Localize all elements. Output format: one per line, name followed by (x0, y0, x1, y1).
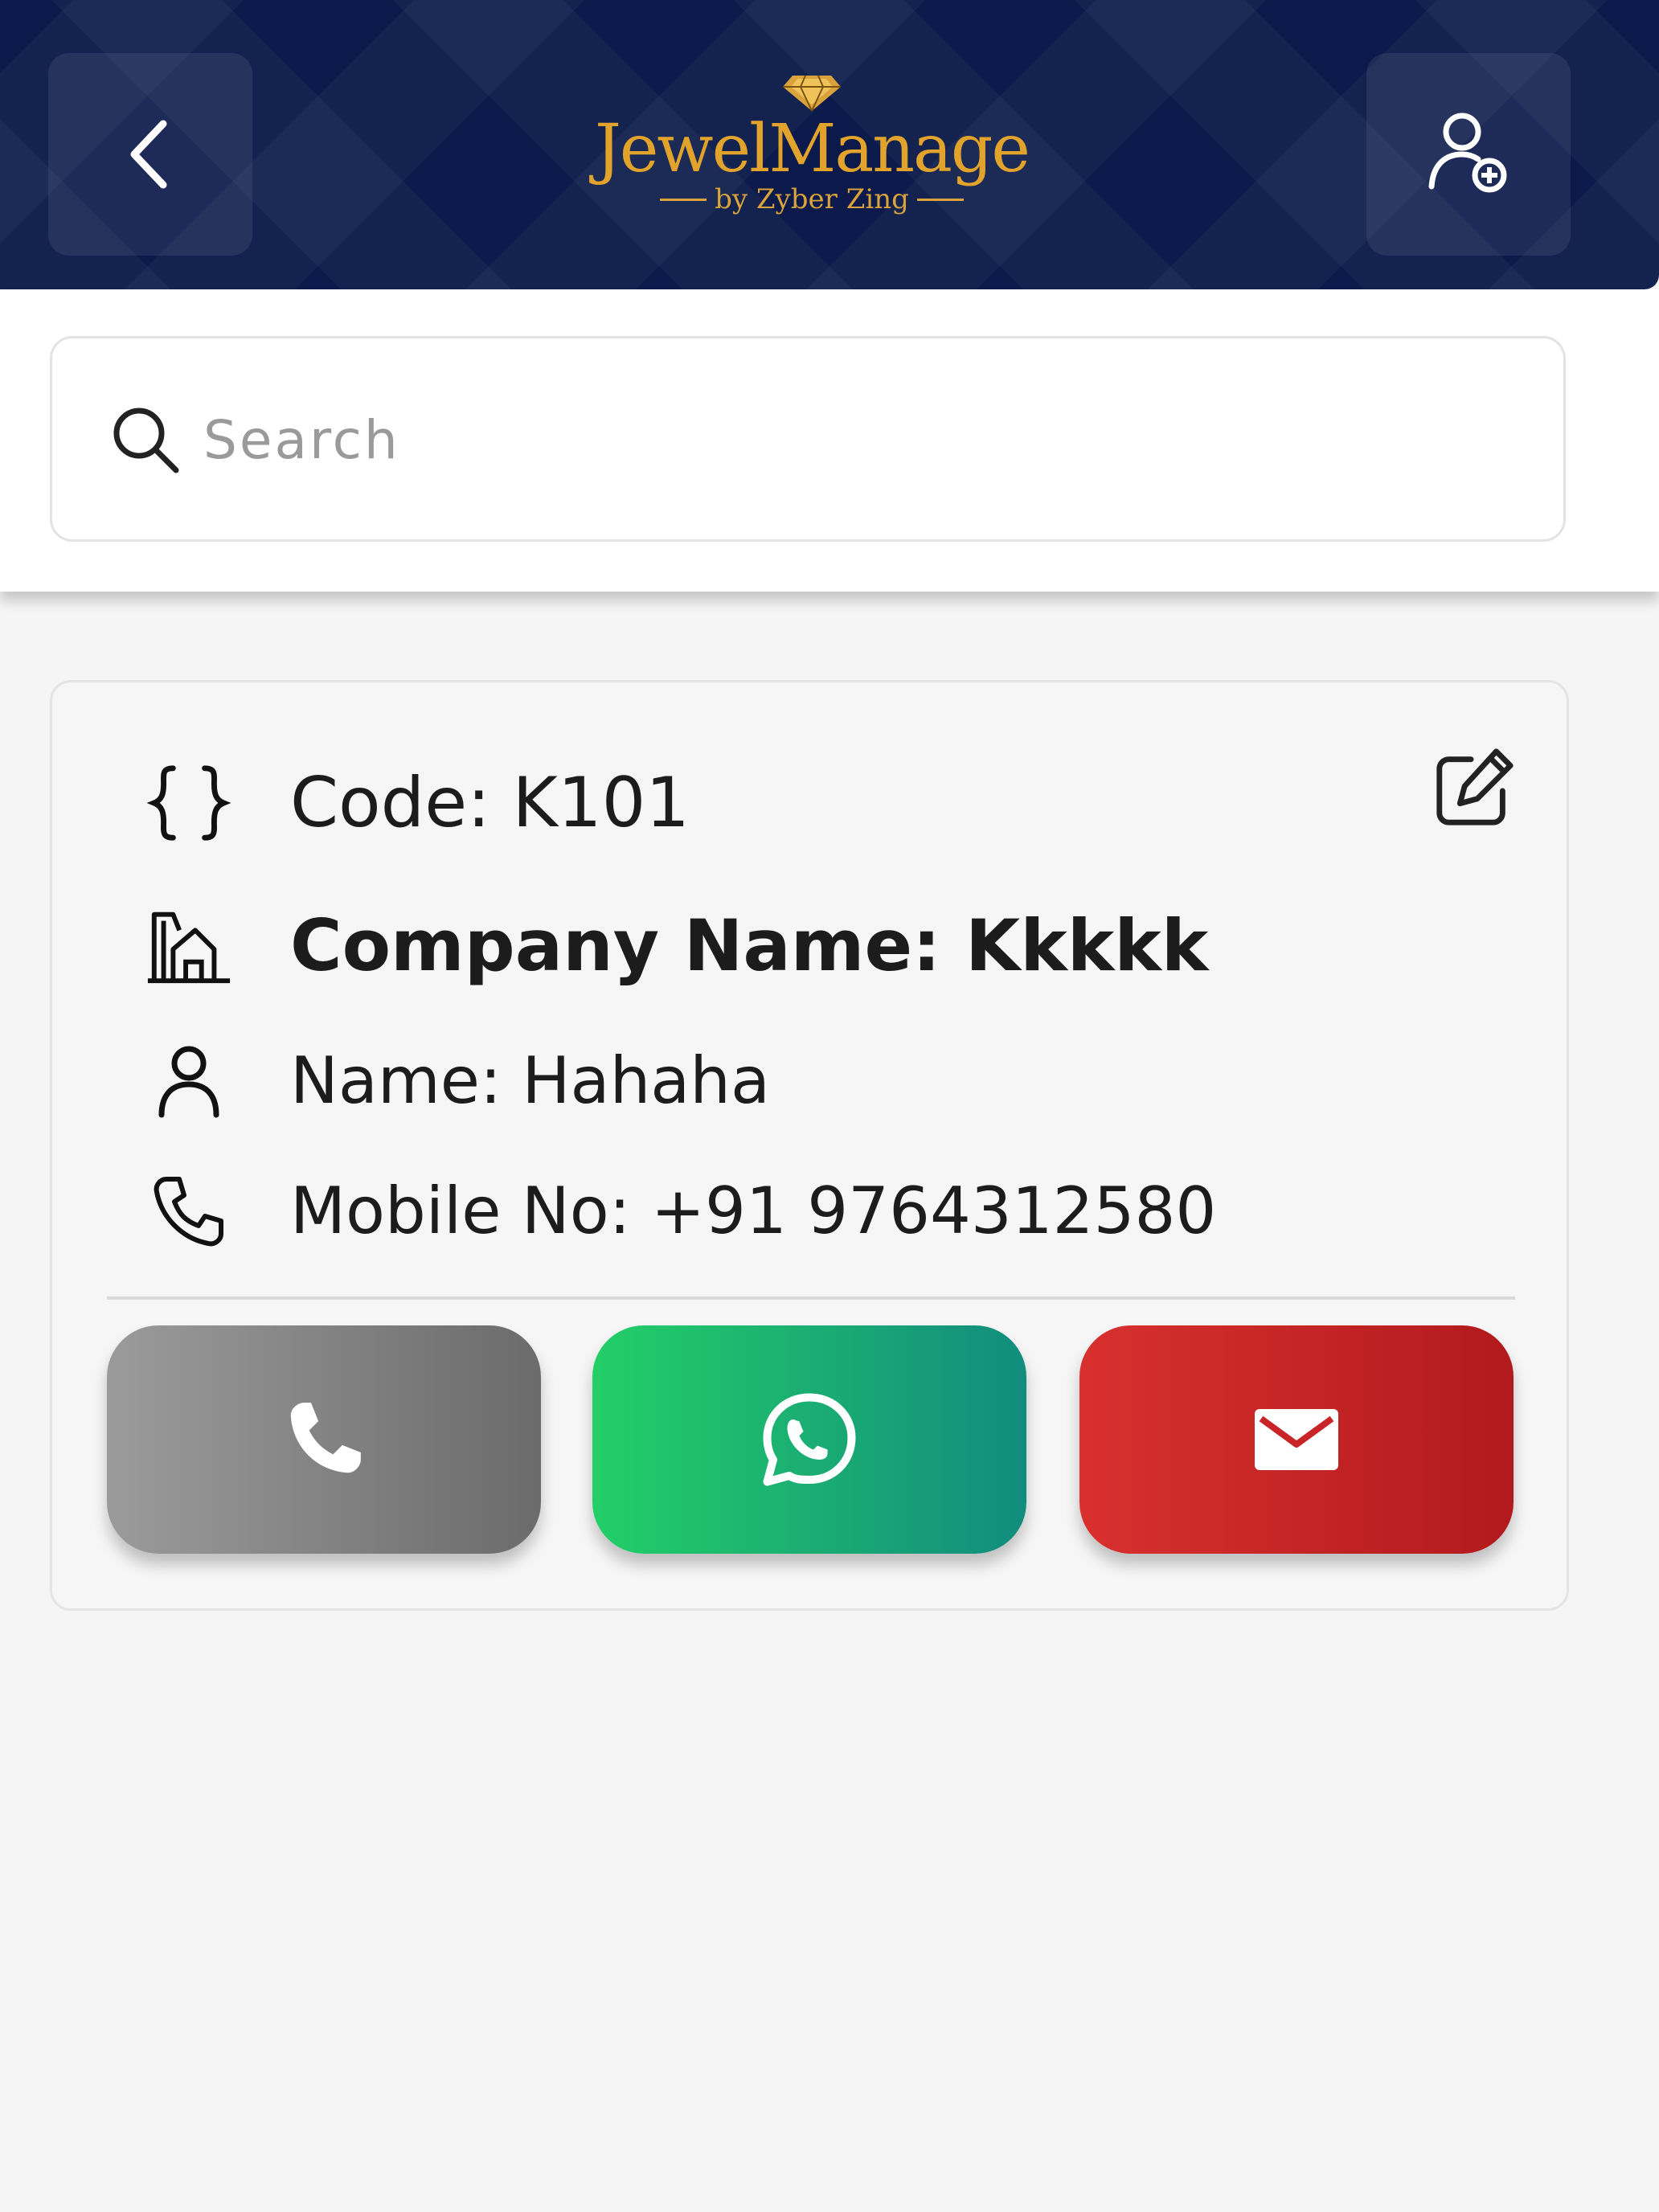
phone-icon (290, 1403, 361, 1473)
customer-code: Code: K101 (290, 763, 690, 843)
byline-rule-right (916, 198, 964, 201)
search-input[interactable] (202, 395, 1491, 485)
company-name: Company Name: Kkkkk (290, 904, 1209, 987)
diamond-icon (783, 75, 841, 112)
edit-button[interactable] (1422, 735, 1526, 840)
byline-rule-left (660, 198, 707, 201)
phone-outline-icon (141, 1163, 237, 1260)
contact-name: Name: Hahaha (290, 1043, 771, 1118)
code-braces-icon (141, 755, 237, 851)
byline-text: by Zyber Zing (715, 183, 909, 215)
search-box[interactable] (50, 336, 1566, 542)
edit-icon (1436, 748, 1514, 825)
card-divider (107, 1296, 1515, 1300)
call-button[interactable] (107, 1325, 541, 1554)
building-icon (141, 898, 237, 994)
brand-name: JewelManage (595, 111, 1030, 187)
mail-icon (1255, 1409, 1338, 1470)
person-icon (141, 1033, 237, 1129)
user-plus-icon (1428, 113, 1507, 193)
app-logo: JewelManage by Zyber Zing (595, 72, 1030, 249)
app-header: JewelManage by Zyber Zing (0, 0, 1659, 289)
email-button[interactable] (1079, 1325, 1514, 1554)
whatsapp-button[interactable] (592, 1325, 1026, 1554)
search-icon (113, 408, 179, 473)
customer-card: Code: K101 Company Name: Kkkkk Name: Hah… (50, 680, 1569, 1611)
add-user-button[interactable] (1366, 53, 1571, 256)
back-button[interactable] (48, 53, 252, 256)
whatsapp-icon (763, 1393, 856, 1486)
mobile-number: Mobile No: +91 9764312580 (290, 1174, 1217, 1248)
chevron-left-icon (130, 120, 167, 189)
search-section (0, 289, 1659, 592)
